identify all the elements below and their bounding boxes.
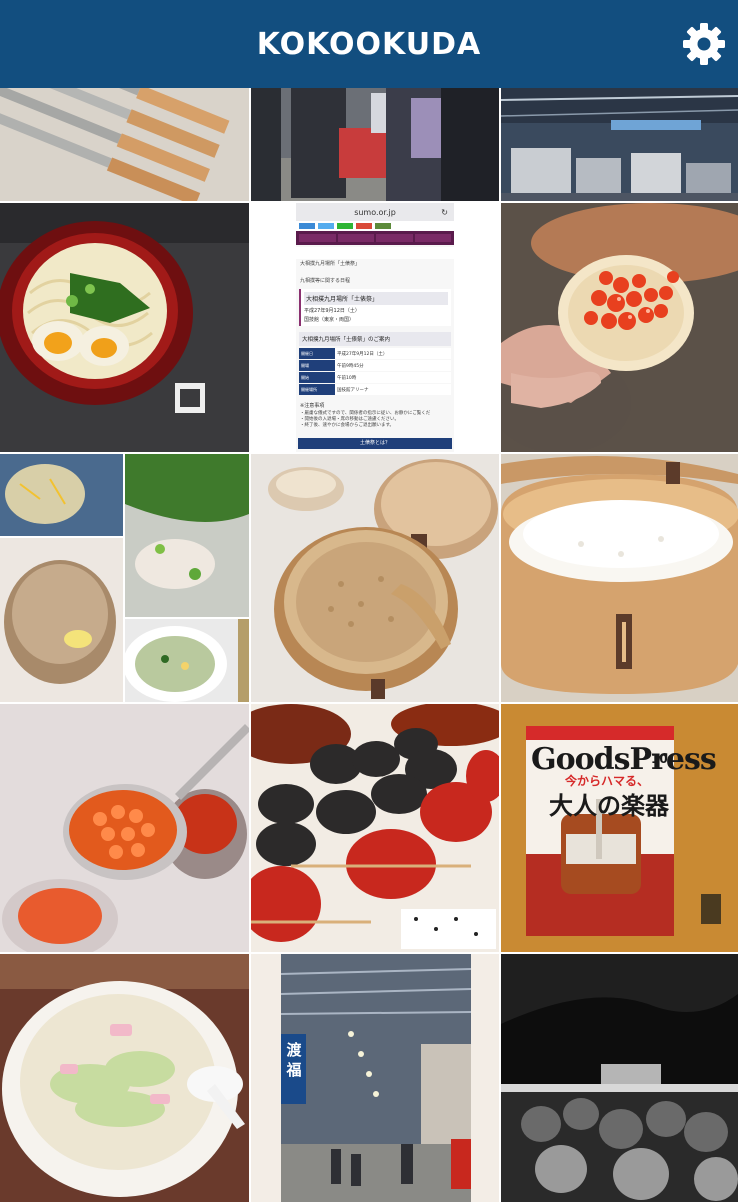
market-sign: 渡 福 xyxy=(284,1040,304,1080)
photo-tile-market-hall[interactable] xyxy=(501,88,738,201)
photo-icon xyxy=(251,704,499,952)
info-row: 開場 午前9時45分 xyxy=(299,360,451,371)
event-title: 大相撲九月場所「土俵祭」 xyxy=(304,292,448,305)
photo-icon xyxy=(0,954,249,1202)
photo-tile-sumo-webpage[interactable]: sumo.or.jp ↻ 大相撲九月場所「土俵祭」 九相撲等に関する日程 大相撲… xyxy=(251,203,499,452)
photo-icon xyxy=(0,88,249,201)
note-heading: ※注意事項 xyxy=(300,403,325,409)
section-label: 九相撲等に関する日程 xyxy=(300,278,351,284)
photo-tile-food-collage[interactable] xyxy=(0,454,249,702)
guide-title: 大相撲九月場所「土俵祭」のご案内 xyxy=(299,332,451,346)
app-header: KOKOOKUDA xyxy=(0,0,738,88)
webpage-screenshot: sumo.or.jp ↻ 大相撲九月場所「土俵祭」 九相撲等に関する日程 大相撲… xyxy=(296,203,454,452)
photo-tile-goodspress[interactable]: GoodsPress 10 今からハマる、 大人の楽器 xyxy=(501,704,738,952)
photo-icon xyxy=(501,954,738,1202)
market-sign-char: 福 xyxy=(286,1061,302,1079)
photo-icon xyxy=(0,454,249,702)
breadcrumb: 大相撲九月場所「土俵祭」 xyxy=(300,261,361,267)
event-date: 平成27年9月12日（土） xyxy=(304,308,360,314)
photo-tile-brown-rice[interactable] xyxy=(251,454,499,702)
event-place: 国技館（東京・両国） xyxy=(304,317,355,323)
photo-tile-ikura-cracker[interactable] xyxy=(501,203,738,452)
photo-tile-udon[interactable] xyxy=(0,203,249,452)
photo-grid: sumo.or.jp ↻ 大相撲九月場所「土俵祭」 九相撲等に関する日程 大相撲… xyxy=(0,88,738,1202)
photo-icon xyxy=(501,454,738,702)
photo-tile-champon[interactable] xyxy=(0,954,249,1202)
photo-tile-white-rice[interactable] xyxy=(501,454,738,702)
magazine-headline: 大人の楽器 xyxy=(549,792,669,820)
photo-icon xyxy=(0,203,249,452)
magazine-issue: 10 xyxy=(651,752,668,766)
photo-icon xyxy=(0,704,249,952)
app-title: KOKOOKUDA xyxy=(256,26,482,62)
photo-tile-lacquer-bowls[interactable] xyxy=(251,704,499,952)
photo-tile-market-street[interactable]: 渡 福 xyxy=(251,954,499,1202)
market-sign-char: 渡 xyxy=(286,1041,302,1059)
photo-tile-knives[interactable] xyxy=(0,88,249,201)
photo-icon xyxy=(251,88,499,201)
photo-tile-ikura-spoon[interactable] xyxy=(0,704,249,952)
gear-icon[interactable] xyxy=(680,20,728,68)
url-text: sumo.or.jp xyxy=(354,207,396,217)
reload-icon: ↻ xyxy=(441,207,448,217)
photo-icon xyxy=(251,454,499,702)
note-line: ・終了後、速やかに会場からご退出願います。 xyxy=(300,423,395,428)
info-row: 開催日 平成27年9月12日（土） xyxy=(299,348,451,359)
info-row: 開始 午前10時 xyxy=(299,372,451,383)
webpage-button: 土俵祭とは？ xyxy=(298,438,452,449)
photo-icon xyxy=(501,88,738,201)
photo-tile-night-crowd[interactable] xyxy=(501,954,738,1202)
photo-icon xyxy=(501,203,738,452)
info-row: 開催場所 国技館アリーナ xyxy=(299,384,451,395)
photo-tile-market-people[interactable] xyxy=(251,88,499,201)
